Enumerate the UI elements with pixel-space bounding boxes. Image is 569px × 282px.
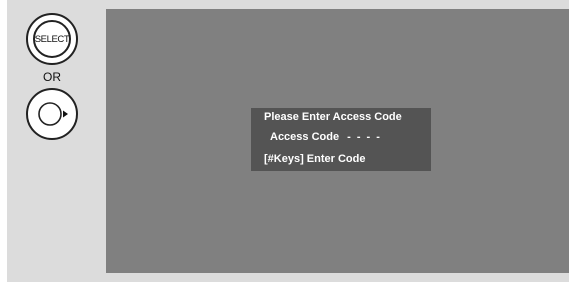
access-code-value: - - - - <box>347 131 382 143</box>
access-code-dialog: Please Enter Access Code Access Code - - … <box>251 108 431 171</box>
access-code-row[interactable]: Access Code - - - - <box>270 131 381 143</box>
dialog-hint: [#Keys] Enter Code <box>264 153 366 165</box>
access-code-label: Access Code <box>270 131 340 143</box>
enter-right-icon <box>38 102 68 126</box>
or-label: OR <box>43 70 61 84</box>
dialog-title: Please Enter Access Code <box>264 111 402 123</box>
enter-button[interactable] <box>26 88 78 140</box>
select-button-label: SELECT <box>33 20 71 58</box>
select-button[interactable]: SELECT <box>26 13 78 65</box>
